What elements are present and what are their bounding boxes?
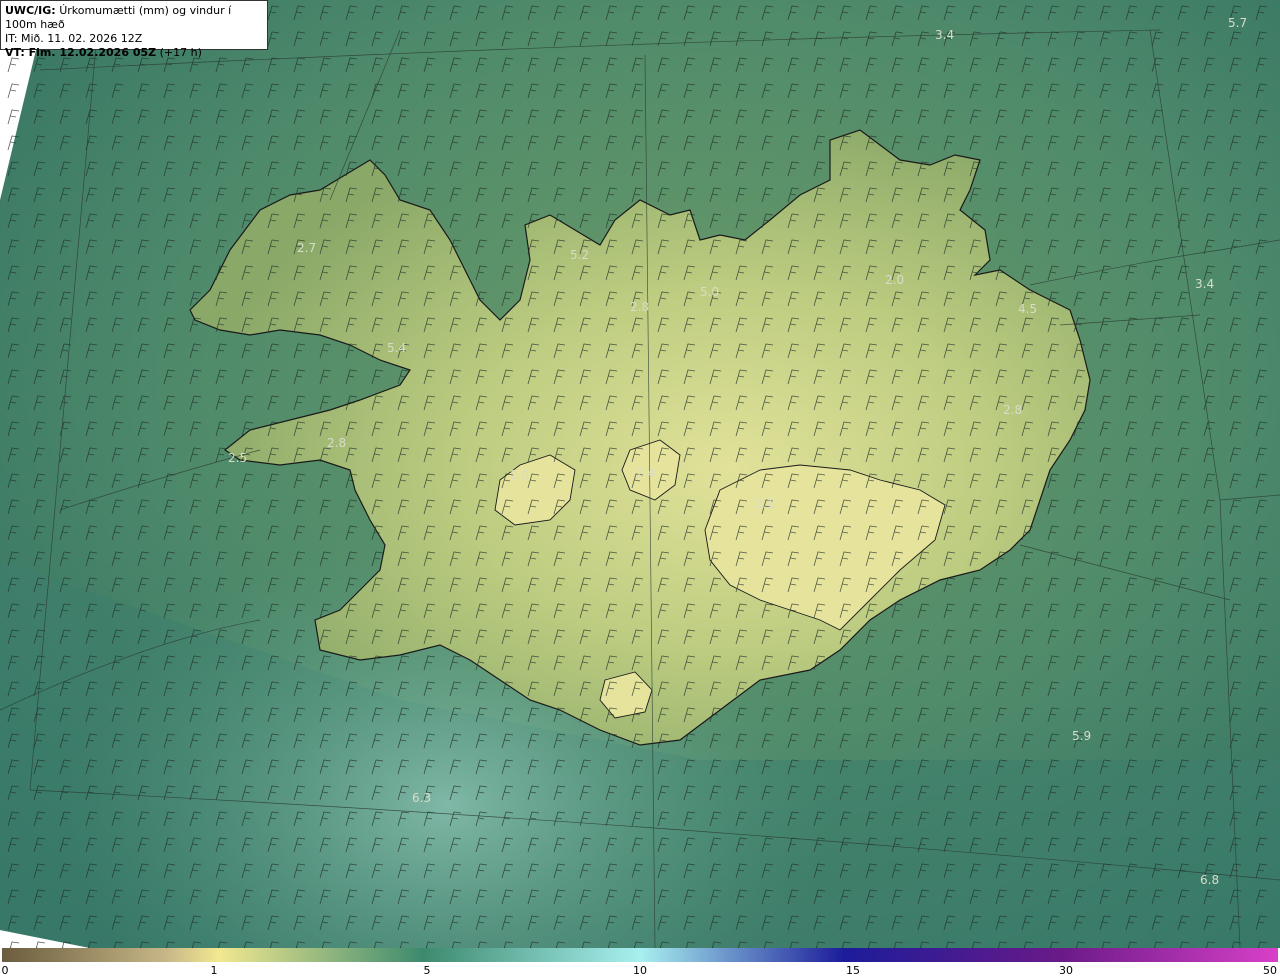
value-label: 5.9 <box>1072 729 1091 743</box>
forecast-info-box: UWC/IG: Úrkomumætti (mm) og vindur í 100… <box>0 0 268 59</box>
value-label: 2.0 <box>510 468 529 482</box>
value-label: 2.4 <box>636 466 655 480</box>
valid-time-line: VT: Fim. 12.02.2026 05Z (+17 h) <box>5 46 263 60</box>
value-label: 2.1 <box>755 497 774 511</box>
precipitation-colorbar: 0 1 5 10 15 30 50 <box>0 948 1280 978</box>
value-label: 3.4 <box>935 28 954 42</box>
value-label: 2.5 <box>228 451 247 465</box>
model-name: UWC/IG: <box>5 4 56 17</box>
value-label: 2.0 <box>885 273 904 287</box>
colorbar-tick: 10 <box>633 964 647 977</box>
title-line: UWC/IG: Úrkomumætti (mm) og vindur í 100… <box>5 4 263 32</box>
value-label: 3.4 <box>1195 277 1214 291</box>
colorbar-tick: 5 <box>423 964 431 977</box>
value-label: 5.7 <box>1228 16 1247 30</box>
value-label: 4.5 <box>1018 302 1037 316</box>
colorbar-gradient <box>2 948 1278 962</box>
value-label: 2.8 <box>1003 403 1022 417</box>
value-label: 5.4 <box>387 341 406 355</box>
forecast-offset: (+17 h) <box>159 46 202 59</box>
colorbar-tick: 0 <box>1 964 9 977</box>
init-time: IT: Mið. 11. 02. 2026 12Z <box>5 32 143 45</box>
colorbar-tick: 15 <box>846 964 860 977</box>
value-label: 5.0 <box>700 285 719 299</box>
colorbar-tick: 50 <box>1263 964 1277 977</box>
value-label: 2.7 <box>297 241 316 255</box>
valid-time: VT: Fim. 12.02.2026 05Z <box>5 46 157 59</box>
value-label: 6.8 <box>1200 873 1219 887</box>
value-label: 2.8 <box>630 300 649 314</box>
value-label: 5.2 <box>570 248 589 262</box>
forecast-map: 5.7 3.4 2.7 5.2 2.8 5.0 2.0 5.4 4.5 3.4 2.8 2.5 2.8 2… <box>0 0 1280 948</box>
colorbar-tick: 30 <box>1059 964 1073 977</box>
value-label: 2.8 <box>327 436 346 450</box>
value-label: 6.3 <box>412 791 431 805</box>
colorbar-tick: 1 <box>210 964 218 977</box>
